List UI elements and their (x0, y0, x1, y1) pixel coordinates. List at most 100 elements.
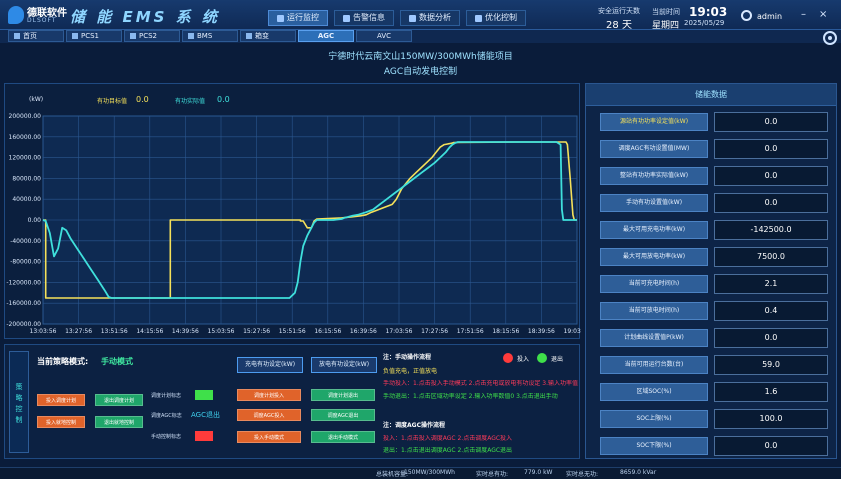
tab-transformer[interactable]: 箱变 (240, 30, 296, 42)
agc-note-line2: 退出：1.点击退出调度AGC 2.点击调度AGC退出 (383, 447, 513, 454)
tab-avc[interactable]: AVC (356, 30, 412, 42)
y-tick-label: -120000.00 (6, 279, 41, 286)
storage-data-panel: 储能数据 源站有功功率设定值(kW) 0.0 调度AGC有功设置值(MW) 0.0 整站… (585, 83, 837, 459)
pcs-icon (130, 33, 136, 39)
data-row-label: 计划曲线设置值P(kW) (600, 329, 708, 347)
y-tick-label: 80000.00 (12, 175, 41, 182)
settings-icon[interactable] (823, 31, 837, 45)
plan-out-button[interactable]: 退出调度计划 (95, 394, 143, 406)
strategy-side-label: 策 略 控 制 (9, 351, 29, 453)
data-row-label: 整站有功功率实际值(kW) (600, 167, 708, 185)
logo-icon (8, 6, 24, 24)
data-row: 当前可充电时间(h) 2.1 (600, 274, 828, 294)
reactive-power: 8659.0 kVar (620, 469, 657, 476)
data-row-value: 0.0 (714, 436, 828, 456)
project-title: 宁德时代云南文山150MW/300MWh储能项目 (328, 52, 513, 62)
discharge-setpoint-button[interactable]: 放电有功设定(kW) (311, 357, 377, 373)
data-row: 计划曲线设置值P(kW) 0.0 (600, 328, 828, 348)
data-row-label: SOC上限(%) (600, 410, 708, 428)
x-tick-label: 14:15:56 (136, 328, 163, 335)
data-row: 源站有功功率设定值(kW) 0.0 (600, 112, 828, 132)
nav-run-monitor[interactable]: 运行监控 (268, 10, 328, 26)
nav-data-analysis[interactable]: 数据分析 (400, 10, 460, 26)
local-in-button[interactable]: 投入就地控制 (37, 416, 85, 428)
x-tick-label: 17:27:56 (421, 328, 448, 335)
data-row: SOC下限(%) 0.0 (600, 436, 828, 456)
manual-note-title: 注：手动操作流程 (383, 354, 432, 361)
data-row: 手动有功设置值(kW) 0.0 (600, 193, 828, 213)
data-row-value: 0.0 (714, 193, 828, 213)
y-tick-label: -40000.00 (10, 238, 41, 245)
plan-commit-button[interactable]: 调度计划投入 (237, 389, 301, 401)
strategy-control-panel: 策 略 控 制 当前策略模式: 手动模式 投入调度计划 退出调度计划 投入就地控… (4, 344, 580, 459)
plan-exit-button[interactable]: 调度计划退出 (311, 389, 375, 401)
close-icon[interactable]: × (819, 10, 827, 20)
system-title: 储 能 EMS 系 统 (70, 8, 220, 26)
agc-line-chart: 200000.00 160000.00 120000.00 80000.00 40000… (6, 113, 581, 335)
plan-flag-label: 调度计划标志 (151, 393, 182, 399)
data-row-value: 0.0 (714, 328, 828, 348)
y-tick-label: 120000.00 (9, 155, 42, 162)
x-tick-label: 15:27:56 (243, 328, 270, 335)
manual-flag-label: 手动控制标志 (151, 434, 182, 440)
user-icon[interactable] (741, 10, 752, 21)
tab-agc[interactable]: AGC (298, 30, 354, 42)
chart-icon (409, 14, 416, 22)
x-tick-label: 16:15:56 (314, 328, 341, 335)
charge-setpoint-button[interactable]: 充电有功设定(kW) (237, 357, 303, 373)
x-tick-label: 13:27:56 (65, 328, 92, 335)
date: 2025/05/29 (684, 19, 725, 27)
y-tick-label: 160000.00 (9, 134, 42, 141)
nav-optimize-control[interactable]: 优化控制 (466, 10, 526, 26)
manual-out-button[interactable]: 退出手动模式 (311, 431, 375, 443)
monitor-icon (277, 14, 284, 22)
x-tick-label: 19:03:56 (564, 328, 581, 335)
plan-in-button[interactable]: 投入调度计划 (37, 394, 85, 406)
agc-note-line1: 投入：1.点击投入调度AGC 2.点击调度AGC投入 (383, 435, 513, 442)
tab-bms[interactable]: BMS (182, 30, 238, 42)
data-row-label: 最大可用放电功率(kW) (600, 248, 708, 266)
agc-in-button[interactable]: 调度AGC投入 (237, 409, 301, 421)
manual-in-button[interactable]: 投入手动模式 (237, 431, 301, 443)
data-row-value: 1.6 (714, 382, 828, 402)
data-row: 最大可用充电功率(kW) -142500.0 (600, 220, 828, 240)
data-row-label: 调度AGC有功设置值(MW) (600, 140, 708, 158)
user-name[interactable]: admin (757, 12, 782, 21)
data-row: 区域SOC(%) 1.6 (600, 382, 828, 402)
data-row-value: 0.0 (714, 139, 828, 159)
agc-out-button[interactable]: 调度AGC退出 (311, 409, 375, 421)
tab-home[interactable]: 首页 (8, 30, 64, 42)
strategy-mode-label: 当前策略模式: (37, 357, 89, 366)
status-bar: 总装机容量: 150MW/300MWh 实时总有功: 779.0 kW 实时总无… (0, 467, 841, 479)
agc-status-text: AGC退出 (191, 411, 220, 419)
tab-pcs2[interactable]: PCS2 (124, 30, 180, 42)
strategy-mode-value: 手动模式 (101, 357, 133, 366)
x-tick-label: 13:51:56 (101, 328, 128, 335)
data-row: SOC上限(%) 100.0 (600, 409, 828, 429)
nav-alarm-info[interactable]: 告警信息 (334, 10, 394, 26)
tab-pcs1[interactable]: PCS1 (66, 30, 122, 42)
x-tick-label: 18:15:56 (492, 328, 519, 335)
y-tick-label: -200000.00 (6, 321, 41, 328)
storage-data-title: 储能数据 (586, 84, 836, 106)
y-tick-label: 200000.00 (9, 113, 42, 120)
clock: 19:03 (689, 5, 728, 19)
x-tick-label: 14:39:56 (172, 328, 199, 335)
local-out-button[interactable]: 退出就地控制 (95, 416, 143, 428)
active-power: 779.0 kW (524, 469, 553, 476)
manual-note-line1: 负值充电，正值放电 (383, 368, 438, 375)
plan-flag-indicator (195, 390, 213, 400)
project-subtitle: AGC自动发电控制 (383, 67, 458, 77)
data-row-label: 源站有功功率设定值(kW) (600, 113, 708, 131)
pcs-icon (72, 33, 78, 39)
data-row-value: 0.0 (714, 166, 828, 186)
x-tick-label: 13:03:56 (30, 328, 57, 335)
optimize-icon (475, 14, 482, 22)
safe-run-days: 安全运行天数 28 天 (598, 7, 640, 31)
reactive-power-label: 实时总无功: (566, 471, 599, 478)
minimize-icon[interactable]: – (801, 10, 806, 20)
agc-note-title: 注：调度AGC操作流程 (383, 422, 445, 429)
data-row-value: 59.0 (714, 355, 828, 375)
data-row-value: 0.0 (714, 112, 828, 132)
legend-out-label: 退出 (551, 356, 564, 363)
